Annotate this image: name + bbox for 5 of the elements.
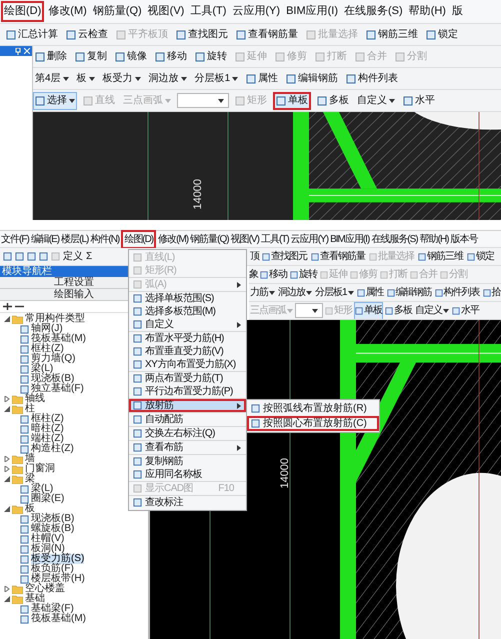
dimension-label: 14000	[191, 178, 206, 210]
toolbar-label: 顶	[250, 250, 259, 264]
dimension-label: 14000	[278, 458, 292, 489]
shortcut-label: F10	[218, 482, 234, 496]
toolbar-label: 象	[249, 268, 258, 282]
